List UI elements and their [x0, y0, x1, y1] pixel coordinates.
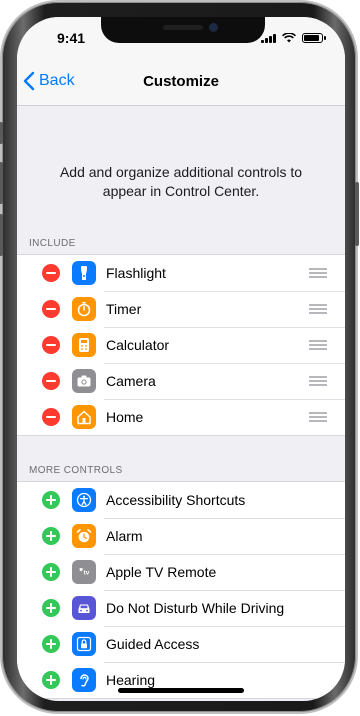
control-label: Accessibility Shortcuts [106, 492, 246, 508]
remove-control-button[interactable] [42, 408, 60, 426]
control-label: Camera [106, 373, 156, 389]
control-row-car[interactable]: Do Not Disturb While Driving [17, 590, 345, 626]
navigation-bar: Back Customize [17, 61, 345, 106]
front-camera [209, 23, 218, 32]
home-icon [72, 405, 96, 429]
remove-control-button[interactable] [42, 264, 60, 282]
settings-content[interactable]: Add and organize additional controls to … [17, 106, 345, 701]
control-row-accessibility[interactable]: Accessibility Shortcuts [17, 482, 345, 518]
section-header-include: INCLUDE [29, 238, 76, 249]
volume-down-button [0, 214, 3, 256]
add-control-button[interactable] [42, 671, 60, 689]
volume-up-button [0, 162, 3, 204]
description-text: Add and organize additional controls to … [59, 164, 303, 199]
flashlight-icon [72, 261, 96, 285]
control-label: Hearing [106, 672, 156, 688]
control-label: Alarm [106, 528, 143, 544]
alarm-icon [72, 524, 96, 548]
battery-icon [302, 33, 326, 43]
control-label: Home [106, 409, 144, 425]
screen: 9:41 Back Customize Add and organize add… [17, 17, 345, 701]
side-button [355, 182, 359, 246]
mute-switch [0, 122, 3, 144]
section-header-more-controls: MORE CONTROLS [29, 465, 123, 476]
control-row-tv-remote[interactable]: tv Apple TV Remote [17, 554, 345, 590]
include-list: Flashlight Timer Calculator Camera Home [17, 254, 345, 436]
reorder-handle-icon[interactable] [309, 304, 327, 316]
add-control-button[interactable] [42, 599, 60, 617]
add-control-button[interactable] [42, 527, 60, 545]
add-control-button[interactable] [42, 635, 60, 653]
add-control-button[interactable] [42, 563, 60, 581]
reorder-handle-icon[interactable] [309, 340, 327, 352]
control-row-home[interactable]: Home [17, 399, 345, 435]
add-control-button[interactable] [42, 491, 60, 509]
remove-control-button[interactable] [42, 372, 60, 390]
remove-control-button[interactable] [42, 300, 60, 318]
control-row-alarm[interactable]: Alarm [17, 518, 345, 554]
status-time: 9:41 [57, 30, 86, 46]
phone-frame: 9:41 Back Customize Add and organize add… [0, 2, 359, 712]
control-row-calculator[interactable]: Calculator [17, 327, 345, 363]
control-row-flashlight[interactable]: Flashlight [17, 255, 345, 291]
accessibility-icon [72, 488, 96, 512]
remove-control-button[interactable] [42, 336, 60, 354]
control-label: Timer [106, 301, 142, 317]
reorder-handle-icon[interactable] [309, 376, 327, 388]
tv-remote-icon: tv [72, 560, 96, 584]
control-row-camera[interactable]: Camera [17, 363, 345, 399]
lock-icon [72, 632, 96, 656]
reorder-handle-icon[interactable] [309, 412, 327, 424]
timer-icon [72, 297, 96, 321]
more-controls-list: Accessibility Shortcuts Alarm tv Apple TV R… [17, 481, 345, 699]
control-label: Apple TV Remote [106, 564, 217, 580]
calculator-icon [72, 333, 96, 357]
notch [101, 17, 265, 43]
speaker [163, 25, 203, 30]
home-indicator[interactable] [118, 688, 244, 693]
control-row-lock[interactable]: Guided Access [17, 626, 345, 662]
control-row-timer[interactable]: Timer [17, 291, 345, 327]
control-label: Guided Access [106, 636, 200, 652]
wifi-icon [282, 33, 296, 43]
control-label: Flashlight [106, 265, 166, 281]
signal-icon [261, 34, 276, 43]
camera-icon [72, 369, 96, 393]
car-icon [72, 596, 96, 620]
status-icons [261, 33, 326, 43]
page-title: Customize [143, 73, 219, 90]
control-label: Do Not Disturb While Driving [106, 600, 285, 616]
ear-icon [72, 668, 96, 692]
control-label: Calculator [106, 337, 170, 353]
svg-text:tv: tv [84, 570, 90, 577]
reorder-handle-icon[interactable] [309, 268, 327, 280]
